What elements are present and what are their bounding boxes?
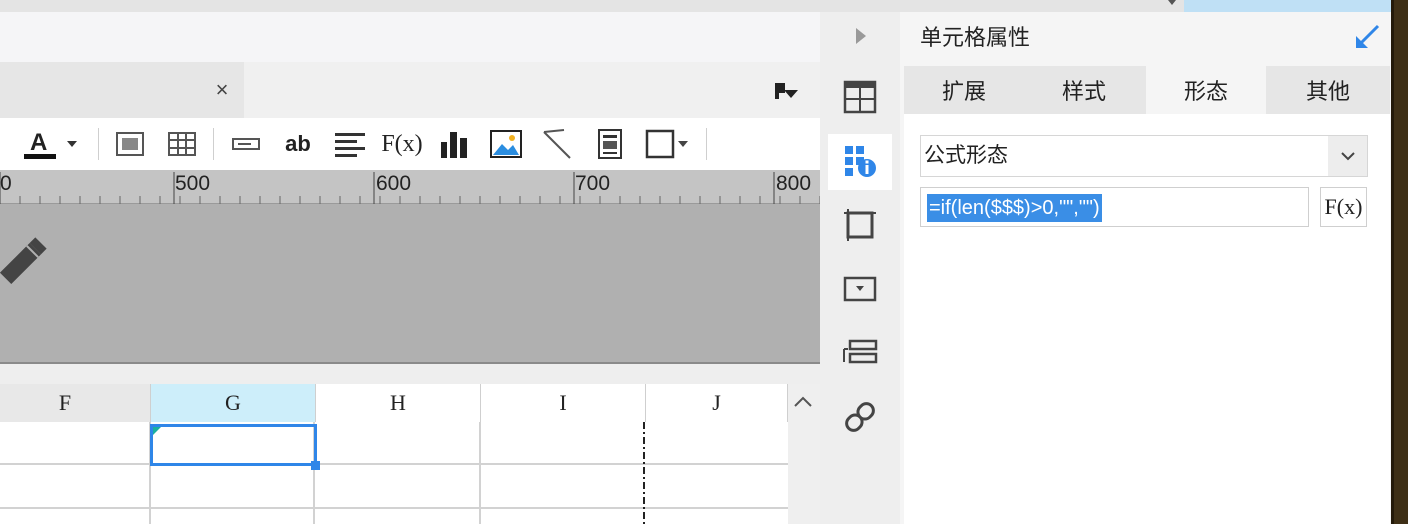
cell-marker xyxy=(153,427,161,435)
ruler-label: 500 xyxy=(175,172,211,195)
slash-icon[interactable] xyxy=(538,126,578,162)
image-icon[interactable] xyxy=(486,126,526,162)
pencil-icon[interactable] xyxy=(0,230,54,290)
cell-attr-icon[interactable] xyxy=(828,134,892,188)
frame-icon[interactable] xyxy=(828,198,892,252)
rich-text-icon[interactable] xyxy=(590,126,630,162)
column-header-h[interactable]: H xyxy=(316,384,481,422)
toolbar-divider xyxy=(98,128,99,160)
caret-down-icon[interactable] xyxy=(1168,0,1176,6)
collapse-toolbar-icon[interactable] xyxy=(772,80,800,102)
column-header-j[interactable]: J xyxy=(646,384,788,422)
scroll-up-icon[interactable] xyxy=(792,394,814,410)
column-header-i[interactable]: I xyxy=(481,384,646,422)
page-break-line xyxy=(643,422,645,524)
ruler-label: 0 xyxy=(0,172,12,195)
ruler-label: 800 xyxy=(776,172,812,195)
row-line xyxy=(0,463,788,465)
toolbar-divider xyxy=(213,128,214,160)
border-icon[interactable] xyxy=(642,126,694,162)
text-icon[interactable]: ab xyxy=(278,126,318,162)
toolbar-divider xyxy=(706,128,707,160)
text-field-icon[interactable] xyxy=(226,126,266,162)
parameter-canvas[interactable] xyxy=(0,204,820,362)
row-line xyxy=(0,507,788,509)
ruler: 0 500 600 700 800 xyxy=(0,170,820,204)
panel-title: 单元格属性 xyxy=(920,25,1031,50)
app-window: × A ab F(x) 0 500 600 700 800 F G H I J … xyxy=(0,0,1408,524)
form-type-value: 公式形态 xyxy=(924,144,1008,167)
template-tab[interactable] xyxy=(0,62,244,118)
font-color-icon[interactable]: A xyxy=(20,126,60,162)
tab-form[interactable]: 形态 xyxy=(1146,66,1266,114)
freeze-icon[interactable] xyxy=(828,70,892,124)
expand-arrow-icon[interactable] xyxy=(854,26,868,46)
column-header-f[interactable]: F xyxy=(0,384,151,422)
tab-style[interactable]: 样式 xyxy=(1024,66,1144,114)
close-tab-icon[interactable]: × xyxy=(210,76,234,104)
dropdown-arrow-icon[interactable] xyxy=(62,126,82,162)
formula-icon[interactable]: F(x) xyxy=(381,126,422,162)
layer-icon[interactable] xyxy=(828,326,892,380)
ruler-label: 700 xyxy=(575,172,611,195)
chart-icon[interactable] xyxy=(434,126,474,162)
link-icon[interactable] xyxy=(828,390,892,444)
align-icon[interactable] xyxy=(330,126,370,162)
col-line xyxy=(479,422,481,524)
top-strip-accent xyxy=(1184,0,1394,12)
formula-text: =if(len($$$)>0,"","") xyxy=(927,194,1102,222)
selected-cell[interactable] xyxy=(150,424,317,466)
designer-header xyxy=(0,12,820,62)
fill-handle[interactable] xyxy=(311,461,320,470)
split-cells-icon[interactable] xyxy=(162,126,202,162)
tab-expand[interactable]: 扩展 xyxy=(904,66,1024,114)
column-header-g[interactable]: G xyxy=(151,384,316,422)
widget-icon[interactable] xyxy=(828,262,892,316)
merge-cells-icon[interactable] xyxy=(110,126,150,162)
formula-editor-button[interactable]: F(x) xyxy=(1320,187,1367,227)
canvas-gap xyxy=(0,364,820,384)
svg-text:A: A xyxy=(30,129,47,156)
tab-other[interactable]: 其他 xyxy=(1268,66,1388,114)
chevron-down-icon[interactable] xyxy=(1328,136,1367,176)
ruler-label: 600 xyxy=(376,172,412,195)
dock-panel-icon[interactable] xyxy=(1352,22,1382,52)
window-edge-shadow xyxy=(1391,0,1394,524)
